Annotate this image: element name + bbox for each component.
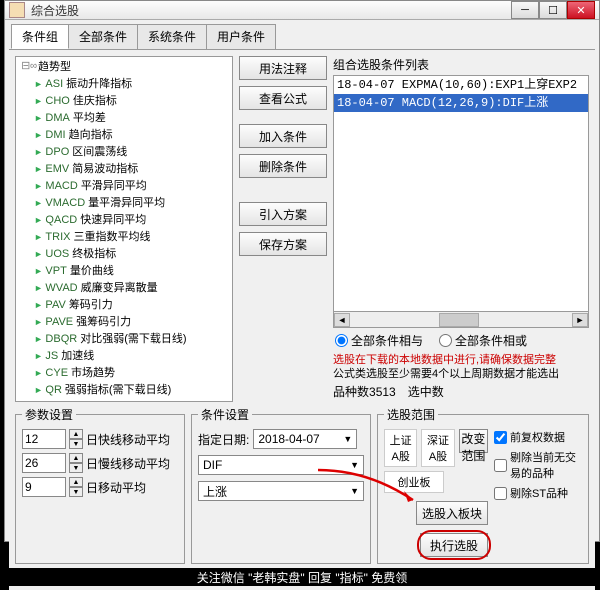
param-label: 日快线移动平均: [86, 431, 170, 448]
tab-all-conditions[interactable]: 全部条件: [68, 24, 138, 49]
tree-item[interactable]: UOS终极指标: [34, 246, 230, 263]
change-scope-button[interactable]: 改变范围: [459, 429, 488, 453]
param-input[interactable]: [22, 453, 66, 473]
scroll-thumb[interactable]: [439, 313, 479, 327]
tree-item[interactable]: PAV筹码引力: [34, 297, 230, 314]
indicator-combo[interactable]: DIF▼: [198, 455, 364, 475]
check-preadjust[interactable]: 前复权数据: [494, 429, 582, 445]
condition-fieldset: 条件设置 指定日期: 2018-04-07▼ DIF▼ 上涨▼: [191, 406, 371, 564]
radio-or[interactable]: 全部条件相或: [439, 332, 527, 349]
date-label: 指定日期:: [198, 431, 249, 448]
chevron-down-icon: ▼: [350, 486, 359, 496]
logic-radio-group: 全部条件相与 全部条件相或: [333, 328, 589, 353]
close-button[interactable]: ✕: [567, 1, 595, 19]
chevron-down-icon: ▼: [343, 434, 352, 444]
date-picker[interactable]: 2018-04-07▼: [253, 429, 357, 449]
import-plan-button[interactable]: 引入方案: [239, 202, 327, 226]
formula-note: 公式类选股至少需要4个以上周期数据才能选出: [333, 367, 589, 381]
titlebar: 综合选股 ─ ☐ ✕: [5, 1, 599, 20]
add-to-block-button[interactable]: 选股入板块: [416, 501, 488, 525]
condition-list-label: 组合选股条件列表: [333, 56, 589, 73]
main-window: 综合选股 ─ ☐ ✕ 条件组 全部条件 系统条件 用户条件 ⊟∞ 趋势型 ASI…: [4, 0, 600, 542]
tab-condition-group[interactable]: 条件组: [11, 24, 69, 49]
param-fieldset: 参数设置 ▲▼日快线移动平均▲▼日慢线移动平均▲▼日移动平均: [15, 406, 185, 564]
tab-bar: 条件组 全部条件 系统条件 用户条件: [5, 20, 599, 49]
tree-item[interactable]: VMACD量平滑异同平均: [34, 195, 230, 212]
tree-item[interactable]: MACD平滑异同平均: [34, 178, 230, 195]
scroll-right-icon[interactable]: ►: [572, 313, 588, 327]
delete-condition-button[interactable]: 删除条件: [239, 154, 327, 178]
tree-item[interactable]: QR强弱指标(需下载日线): [34, 382, 230, 399]
window-title: 综合选股: [31, 2, 511, 19]
scope-item[interactable]: 深证A股: [421, 429, 454, 467]
tree-item[interactable]: PAVE强筹码引力: [34, 314, 230, 331]
tree-root-node[interactable]: ⊟∞ 趋势型: [20, 59, 230, 76]
tree-item[interactable]: JS加速线: [34, 348, 230, 365]
radio-and[interactable]: 全部条件相与: [335, 332, 423, 349]
scope-item[interactable]: 上证A股: [384, 429, 417, 467]
tree-item[interactable]: TRIX三重指数平均线: [34, 229, 230, 246]
condition-row[interactable]: 18-04-07 EXPMA(10,60):EXP1上穿EXP2: [334, 76, 588, 94]
tree-item[interactable]: CHO佳庆指标: [34, 93, 230, 110]
view-formula-button[interactable]: 查看公式: [239, 86, 327, 110]
tree-item[interactable]: DMI趋向指标: [34, 127, 230, 144]
tree-item[interactable]: EMV简易波动指标: [34, 161, 230, 178]
param-label: 日移动平均: [86, 479, 146, 496]
direction-combo[interactable]: 上涨▼: [198, 481, 364, 501]
chevron-down-icon: ▼: [350, 460, 359, 470]
scope-fieldset: 选股范围 上证A股 深证A股 改变范围 创业板: [377, 406, 589, 564]
condition-row[interactable]: 18-04-07 MACD(12,26,9):DIF上涨: [334, 94, 588, 112]
tree-item[interactable]: CYE市场趋势: [34, 365, 230, 382]
action-button-column: 用法注释 查看公式 加入条件 删除条件 引入方案 保存方案: [239, 56, 327, 402]
minimize-button[interactable]: ─: [511, 1, 539, 19]
content-area: ⊟∞ 趋势型 ASI振动升降指标CHO佳庆指标DMA平均差DMI趋向指标DPO区…: [9, 49, 595, 590]
param-input[interactable]: [22, 477, 66, 497]
tree-item[interactable]: QACD快速异同平均: [34, 212, 230, 229]
scope-legend: 选股范围: [384, 406, 438, 423]
spinner[interactable]: ▲▼: [69, 453, 83, 473]
tree-item[interactable]: ASI振动升降指标: [34, 76, 230, 93]
app-icon: [9, 2, 25, 18]
tree-item[interactable]: WVAD威廉变异离散量: [34, 280, 230, 297]
add-condition-button[interactable]: 加入条件: [239, 124, 327, 148]
tree-item[interactable]: DPO区间震荡线: [34, 144, 230, 161]
warning-text: 选股在下载的本地数据中进行,请确保数据完整: [333, 353, 589, 367]
execute-button[interactable]: 执行选股: [420, 533, 488, 557]
right-panel: 组合选股条件列表 18-04-07 EXPMA(10,60):EXP1上穿EXP…: [333, 56, 589, 402]
param-legend: 参数设置: [22, 406, 76, 423]
param-input[interactable]: [22, 429, 66, 449]
spinner[interactable]: ▲▼: [69, 477, 83, 497]
maximize-button[interactable]: ☐: [539, 1, 567, 19]
scope-item[interactable]: 创业板: [384, 471, 444, 493]
check-exclude-st[interactable]: 剔除ST品种: [494, 485, 582, 501]
save-plan-button[interactable]: 保存方案: [239, 232, 327, 256]
tab-system-conditions[interactable]: 系统条件: [137, 24, 207, 49]
tree-item[interactable]: DBQR对比强弱(需下载日线): [34, 331, 230, 348]
spinner[interactable]: ▲▼: [69, 429, 83, 449]
tree-item[interactable]: DMA平均差: [34, 110, 230, 127]
indicator-tree[interactable]: ⊟∞ 趋势型 ASI振动升降指标CHO佳庆指标DMA平均差DMI趋向指标DPO区…: [15, 56, 233, 402]
tab-user-conditions[interactable]: 用户条件: [206, 24, 276, 49]
footer-banner: 关注微信 "老韩实盘" 回复 "指标" 免费领: [9, 568, 595, 586]
scroll-left-icon[interactable]: ◄: [334, 313, 350, 327]
count-row: 品种数3513 选中数: [333, 381, 589, 402]
condition-legend: 条件设置: [198, 406, 252, 423]
tree-item[interactable]: VPT量价曲线: [34, 263, 230, 280]
check-exclude-notrading[interactable]: 剔除当前无交易的品种: [494, 449, 582, 481]
usage-button[interactable]: 用法注释: [239, 56, 327, 80]
param-label: 日慢线移动平均: [86, 455, 170, 472]
horizontal-scrollbar[interactable]: ◄ ►: [333, 312, 589, 328]
condition-listbox[interactable]: 18-04-07 EXPMA(10,60):EXP1上穿EXP2 18-04-0…: [333, 75, 589, 312]
